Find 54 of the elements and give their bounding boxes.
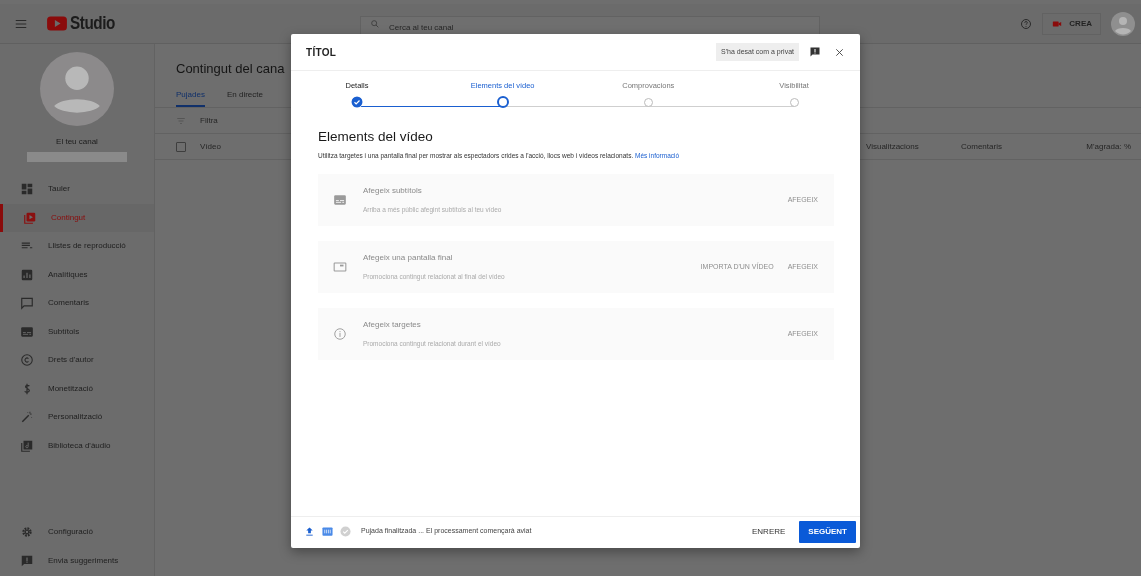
search-icon — [370, 18, 380, 29]
chart-icon — [20, 267, 34, 282]
copyright-icon — [20, 353, 34, 368]
sidebar-item[interactable]: Tauler — [0, 175, 154, 204]
play-square-icon — [23, 210, 37, 225]
back-button[interactable]: ENRERE — [748, 525, 790, 538]
tab[interactable]: Pujades — [176, 84, 205, 107]
comment-icon — [20, 296, 34, 311]
column-header: Comentaris — [961, 140, 1003, 153]
music-library-icon — [20, 438, 34, 453]
close-button[interactable] — [833, 46, 845, 58]
column-header: M'agrada: % — [1085, 140, 1131, 153]
magic-wand-icon — [20, 410, 34, 425]
filter-field[interactable]: Filtra — [200, 114, 280, 127]
subtitles-icon — [333, 193, 347, 207]
info-icon — [333, 327, 347, 341]
sidebar-item[interactable]: Llistes de reproducció — [0, 232, 154, 261]
sidebar-item[interactable]: Envia suggeriments — [0, 546, 154, 575]
page-title: Contingut del cana — [176, 60, 285, 78]
sidebar-item[interactable]: Drets d'autor — [0, 346, 154, 375]
dashboard-icon — [20, 182, 34, 197]
help-icon — [1020, 17, 1033, 30]
feedback-icon — [809, 46, 821, 58]
filter-icon — [176, 115, 186, 126]
next-button[interactable]: SEGÜENT — [799, 520, 856, 543]
sidebar-item[interactable]: Monetització — [0, 374, 154, 403]
subtitles-icon — [20, 324, 34, 339]
sidebar-item[interactable]: Analítiques — [0, 260, 154, 289]
sidebar-item[interactable]: Personalització — [0, 403, 154, 432]
card-title: Afegeix subtítols — [363, 185, 423, 198]
studio-logo: Studio — [70, 12, 116, 35]
upload-icon — [304, 526, 315, 537]
column-header: Visualitzacions — [866, 140, 920, 153]
avatar-icon — [40, 52, 114, 126]
play-logo-icon — [46, 15, 68, 32]
sidebar-item[interactable]: Biblioteca d'àudio — [0, 431, 154, 460]
card-title: Afegeix una pantalla final — [363, 252, 454, 265]
check-circle-icon — [340, 526, 351, 537]
create-button[interactable]: CREA — [1042, 12, 1101, 35]
dialog-title: TÍTOL — [306, 45, 337, 60]
feedback-icon — [20, 553, 34, 568]
section-heading: Elements del vídeo — [318, 128, 434, 146]
checkbox[interactable] — [176, 141, 186, 152]
sidebar-item[interactable]: Configuració — [0, 517, 154, 546]
settings-icon — [20, 524, 34, 539]
subtitles-icon — [322, 526, 333, 537]
sidebar-item[interactable]: Comentaris — [0, 289, 154, 318]
sidebar-item[interactable]: Contingut — [0, 203, 154, 232]
sidebar-item[interactable]: Subtítols — [0, 317, 154, 346]
card-title: Afegeix targetes — [363, 319, 422, 332]
screen-icon — [333, 260, 347, 274]
close-icon — [833, 46, 845, 58]
avatar-icon — [1111, 11, 1135, 36]
column-header: Vídeo — [200, 140, 221, 153]
